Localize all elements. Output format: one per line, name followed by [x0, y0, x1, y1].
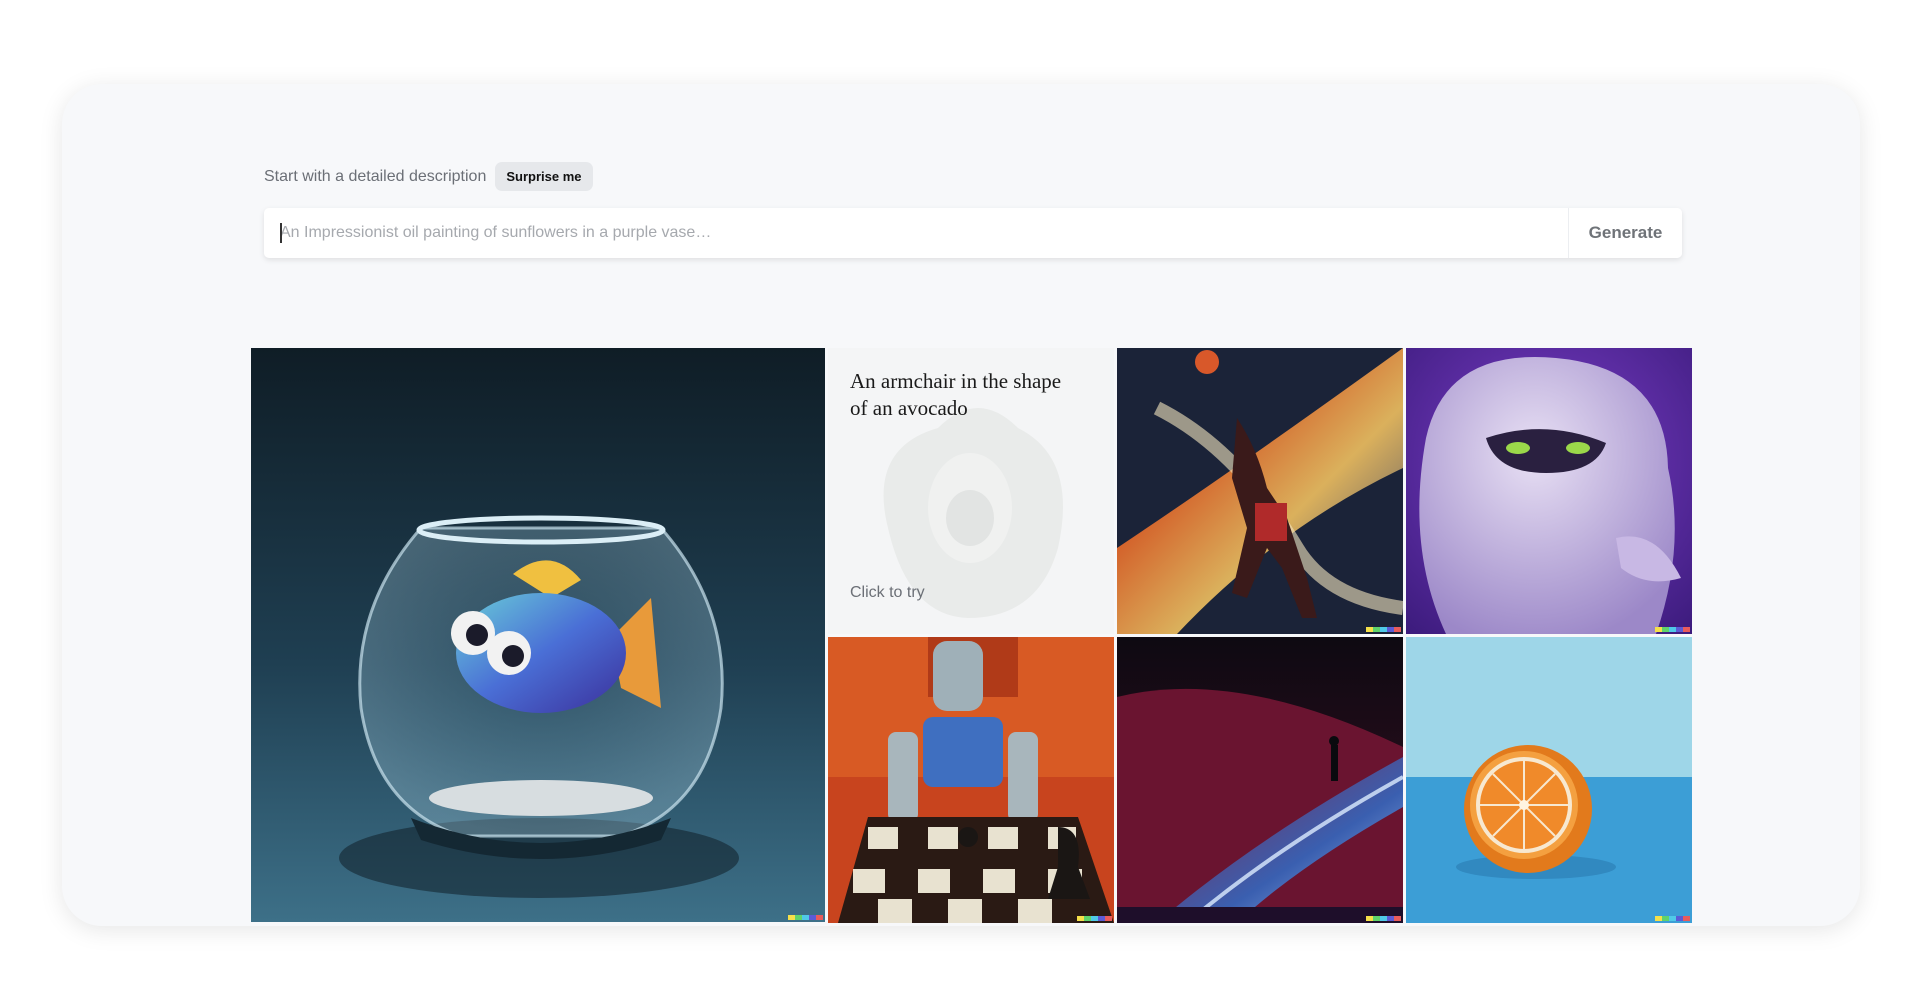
generate-button[interactable]: Generate: [1568, 208, 1682, 258]
badge-swatch: [1366, 627, 1373, 632]
badge-swatch: [1373, 627, 1380, 632]
dalle-signature-badge: [1655, 627, 1690, 632]
badge-swatch: [1394, 916, 1401, 921]
main-card: Start with a detailed description Surpri…: [62, 84, 1860, 926]
badge-swatch: [1366, 916, 1373, 921]
dalle-signature-badge: [1366, 916, 1401, 921]
badge-swatch: [1091, 916, 1098, 921]
badge-swatch: [1683, 627, 1690, 632]
badge-swatch: [802, 915, 809, 920]
badge-swatch: [1077, 916, 1084, 921]
dalle-signature-badge: [1077, 916, 1112, 921]
badge-swatch: [1683, 916, 1690, 921]
gallery-image-monster[interactable]: [1406, 348, 1692, 634]
prompt-bar: Generate: [264, 208, 1682, 258]
gallery-image-orange[interactable]: [1406, 637, 1692, 923]
badge-swatch: [788, 915, 795, 920]
badge-swatch: [1676, 916, 1683, 921]
badge-swatch: [1098, 916, 1105, 921]
dalle-signature-badge: [788, 915, 823, 920]
gallery-image-basketball[interactable]: [1117, 348, 1403, 634]
orange-image: [1406, 637, 1692, 923]
badge-swatch: [1394, 627, 1401, 632]
dalle-signature-badge: [1655, 916, 1690, 921]
basketball-painting-image: [1117, 348, 1403, 634]
featured-prompt-title: An armchair in the shape of an avocado: [850, 369, 1062, 420]
badge-swatch: [816, 915, 823, 920]
gallery-image-fishbowl[interactable]: [251, 348, 825, 922]
badge-swatch: [1662, 627, 1669, 632]
badge-swatch: [809, 915, 816, 920]
text-caret: [280, 223, 282, 243]
prompt-hint: Start with a detailed description: [264, 167, 487, 185]
badge-swatch: [1380, 916, 1387, 921]
robot-chess-image: [828, 637, 1114, 923]
gallery-image-robot-chess[interactable]: [828, 637, 1114, 923]
badge-swatch: [1380, 627, 1387, 632]
badge-swatch: [1373, 916, 1380, 921]
badge-swatch: [1655, 916, 1662, 921]
surprise-me-button[interactable]: Surprise me: [495, 162, 593, 191]
badge-swatch: [1387, 627, 1394, 632]
badge-swatch: [1662, 916, 1669, 921]
gallery-image-dune[interactable]: [1117, 637, 1403, 923]
badge-swatch: [1669, 627, 1676, 632]
monster-image: [1406, 348, 1692, 634]
badge-swatch: [1105, 916, 1112, 921]
prompt-hint-row: Start with a detailed description Surpri…: [264, 162, 593, 191]
dune-image: [1117, 637, 1403, 923]
click-to-try-label: Click to try: [850, 584, 925, 601]
badge-swatch: [1655, 627, 1662, 632]
badge-swatch: [1676, 627, 1683, 632]
prompt-input[interactable]: [264, 208, 1568, 258]
badge-swatch: [1669, 916, 1676, 921]
badge-swatch: [795, 915, 802, 920]
badge-swatch: [1084, 916, 1091, 921]
fish-in-bowl-image: [251, 348, 825, 922]
featured-prompt-card[interactable]: An armchair in the shape of an avocado C…: [828, 348, 1114, 634]
badge-swatch: [1387, 916, 1394, 921]
dalle-signature-badge: [1366, 627, 1401, 632]
image-gallery: An armchair in the shape of an avocado C…: [251, 348, 1697, 926]
